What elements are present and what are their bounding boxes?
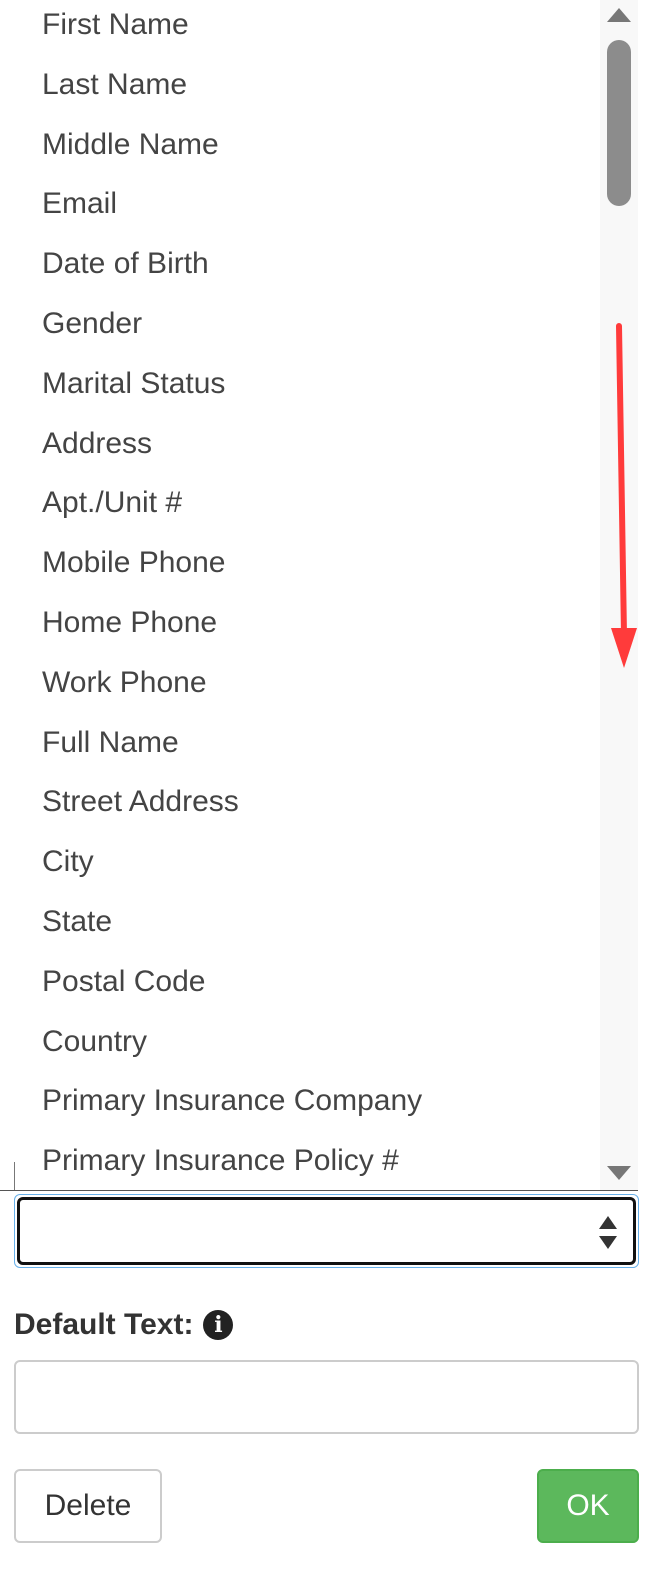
field-option[interactable]: Email <box>42 184 117 224</box>
select-down-arrow-icon <box>599 1236 617 1249</box>
field-option[interactable]: Apt./Unit # <box>42 483 182 523</box>
select-up-arrow-icon <box>599 1216 617 1229</box>
field-option[interactable]: Country <box>42 1022 147 1062</box>
info-circle-icon[interactable]: i <box>203 1310 234 1340</box>
field-option[interactable]: Address <box>42 424 152 464</box>
field-select[interactable] <box>14 1194 639 1268</box>
field-select-box[interactable] <box>17 1197 636 1265</box>
field-option[interactable]: Last Name <box>42 65 187 105</box>
field-option[interactable]: Primary Insurance Company <box>42 1081 422 1121</box>
field-option[interactable]: Home Phone <box>42 603 217 643</box>
ok-button[interactable]: OK <box>537 1469 639 1543</box>
field-options-dropdown[interactable]: First Name Last Name Middle Name Email Date … <box>0 0 638 1191</box>
default-text-input[interactable] <box>14 1360 639 1434</box>
red-down-arrow-annotation <box>611 323 637 668</box>
field-option[interactable]: Date of Birth <box>42 244 209 284</box>
field-option[interactable]: Marital Status <box>42 364 225 404</box>
field-option[interactable]: Postal Code <box>42 962 205 1002</box>
scroll-down-arrow-icon[interactable] <box>607 1166 631 1180</box>
default-text-label: Default Text: <box>14 1308 194 1341</box>
scrollbar-thumb[interactable] <box>607 40 631 206</box>
field-option[interactable]: Primary Insurance Policy # <box>42 1141 399 1181</box>
field-option[interactable]: Street Address <box>42 782 239 822</box>
field-option[interactable]: City <box>42 842 94 882</box>
field-option[interactable]: Middle Name <box>42 125 219 165</box>
field-option[interactable]: First Name <box>42 5 189 45</box>
delete-button[interactable]: Delete <box>14 1469 162 1543</box>
field-option[interactable]: Mobile Phone <box>42 543 225 583</box>
field-option[interactable]: State <box>42 902 112 942</box>
field-option[interactable]: Work Phone <box>42 663 207 703</box>
field-option[interactable]: Full Name <box>42 723 179 763</box>
default-text-label-row: Default Text: i <box>14 1305 234 1345</box>
field-option[interactable]: Gender <box>42 304 142 344</box>
dropdown-left-border <box>14 1162 15 1190</box>
scroll-up-arrow-icon[interactable] <box>607 8 631 22</box>
